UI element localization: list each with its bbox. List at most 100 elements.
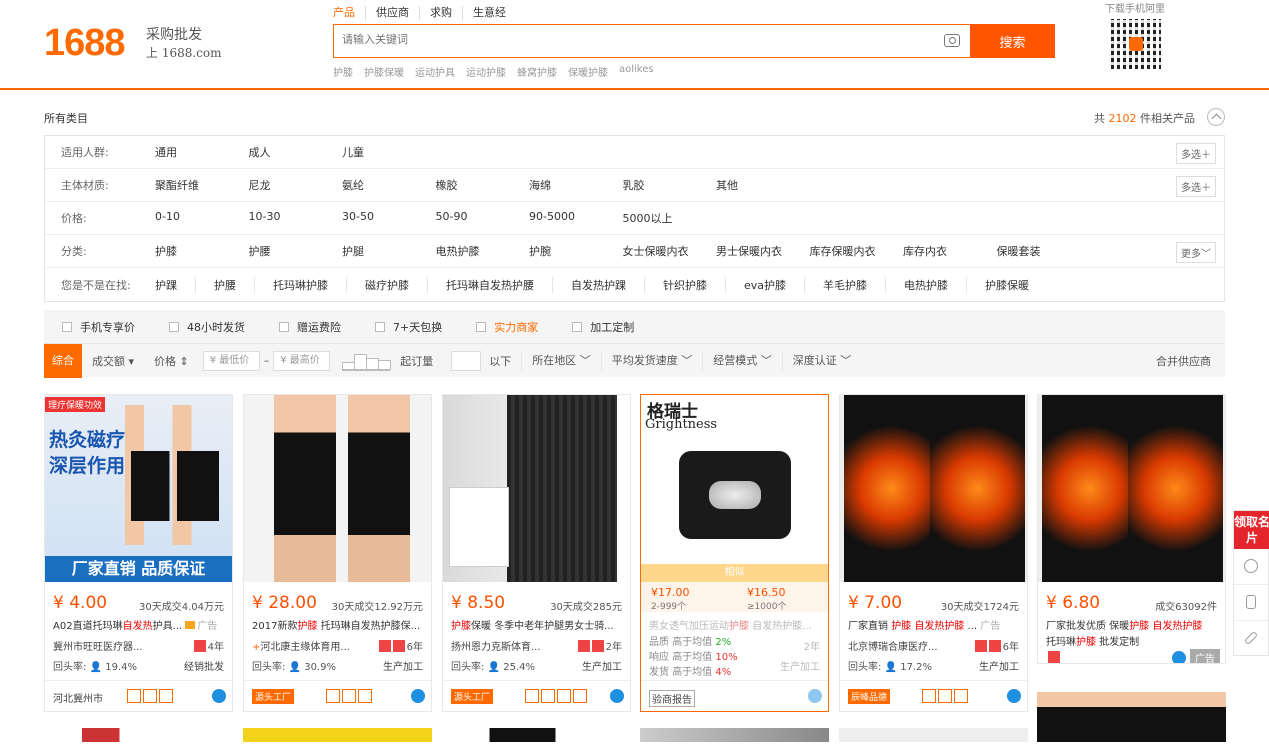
checkbox-icon[interactable]	[572, 321, 583, 332]
suggest-option[interactable]: eva护膝	[744, 276, 806, 293]
checkbox-icon[interactable]	[62, 321, 72, 332]
checkbox-icon[interactable]	[169, 321, 179, 332]
merge-suppliers[interactable]: 合并供应商	[1156, 353, 1211, 369]
shop-name[interactable]: 扬州恩力克斯体育...	[451, 638, 571, 653]
hot-word[interactable]: 蜂窝护膝	[517, 64, 557, 79]
product-title[interactable]: 2017新款护膝 托玛琳自发热护膝保...	[252, 617, 424, 632]
location-dropdown[interactable]: 所在地区 ﹀	[521, 350, 601, 371]
suggest-option[interactable]: 自发热护踝	[571, 276, 645, 293]
product-title[interactable]: 厂家直销 护膝 自发热护膝 ... 广告	[848, 617, 1020, 632]
product-image[interactable]	[443, 395, 630, 582]
product-card[interactable]: ¥ 6.80 成交63092件 厂家批发优质 保暖护膝 自发热护膝 托玛琳护膝 …	[1037, 394, 1226, 664]
product-title[interactable]: 男女透气加压运动护膝 自发热护膝...	[649, 617, 821, 632]
suggest-option[interactable]: 电热护膝	[904, 276, 968, 293]
product-title[interactable]: 护膝保暖 冬季中老年护腿男女士骑...	[451, 617, 623, 632]
biz-mode-dropdown[interactable]: 经营模式 ﹀	[702, 350, 782, 371]
hot-word[interactable]: 保暖护膝	[568, 64, 608, 79]
checkbox-icon[interactable]	[279, 321, 289, 332]
checkbox-7day[interactable]: 7+天包换	[375, 319, 442, 335]
hot-word[interactable]: 运动护膝	[466, 64, 506, 79]
wangwang-chat-icon[interactable]	[610, 689, 624, 703]
product-image[interactable]	[244, 395, 431, 582]
logo[interactable]: 1688 采购批发 上 1688.com	[44, 22, 224, 64]
filter-option[interactable]: 儿童	[342, 144, 436, 160]
checkbox-icon[interactable]	[375, 321, 385, 332]
checkbox-48h[interactable]: 48小时发货	[169, 319, 245, 335]
product-card-partial[interactable]	[640, 728, 829, 742]
multi-select-button[interactable]: 多选＋	[1176, 176, 1216, 197]
filter-option[interactable]: 90-5000	[529, 210, 623, 226]
suggest-option[interactable]: 磁疗护膝	[365, 276, 428, 293]
hot-word[interactable]: aolikes	[619, 64, 654, 79]
collapse-icon[interactable]	[1207, 108, 1225, 126]
wangwang-chat-icon[interactable]	[212, 689, 226, 703]
max-price-input[interactable]: ¥ 最高价	[273, 350, 331, 371]
shop-name[interactable]: 北京博瑞合康医疗...	[848, 638, 968, 653]
filter-option[interactable]: 50-90	[436, 210, 530, 226]
wangwang-chat-icon[interactable]	[1172, 651, 1186, 663]
checkbox-mobile-price[interactable]: 手机专享价	[62, 319, 135, 335]
filter-option[interactable]: 库存内衣	[903, 243, 997, 259]
tab-products[interactable]: 产品	[333, 6, 366, 20]
app-qr[interactable]: 下载手机阿里	[1105, 0, 1165, 69]
checkbox-icon[interactable]	[476, 321, 487, 332]
filter-option[interactable]: 橡胶	[436, 177, 530, 193]
tab-business[interactable]: 生意经	[473, 6, 516, 20]
filter-option[interactable]: 男士保暖内衣	[716, 243, 810, 259]
cert-dropdown[interactable]: 深度认证 ﹀	[781, 350, 862, 371]
shop-name[interactable]: +河北康主缘体育用...	[252, 638, 372, 653]
more-button[interactable]: 更多﹀	[1176, 242, 1216, 263]
checkbox-strong-merchant[interactable]: 实力商家	[476, 319, 538, 335]
suggest-option[interactable]: 护踝	[155, 276, 196, 293]
filter-option[interactable]: 电热护膝	[436, 243, 530, 259]
price-distribution-icon[interactable]	[342, 351, 392, 371]
filter-option[interactable]: 护腕	[529, 243, 623, 259]
product-card-partial[interactable]	[442, 728, 631, 742]
sort-default[interactable]: 综合	[44, 343, 82, 378]
product-card-partial[interactable]	[839, 728, 1028, 742]
product-card[interactable]: 理疗保暖功效 热灸磁疗 深层作用 厂家直销 品质保证 ¥ 4.00 30天成交4.…	[44, 394, 233, 712]
filter-option[interactable]: 其他	[716, 177, 810, 193]
similar-strip[interactable]: 相似	[641, 564, 828, 582]
hot-word[interactable]: 护膝保暖	[364, 64, 404, 79]
suggest-option[interactable]: 护腰	[214, 276, 255, 293]
camera-icon[interactable]	[944, 34, 960, 47]
filter-option[interactable]: 女士保暖内衣	[623, 243, 717, 259]
all-categories[interactable]: 所有类目	[44, 110, 88, 126]
product-title[interactable]: A02直道托玛琳自发热护具... 广告	[53, 617, 225, 632]
tab-buying[interactable]: 求购	[430, 6, 463, 20]
inspection-report[interactable]: 验商报告	[649, 690, 695, 707]
suggest-option[interactable]: 托玛琳自发热护腰	[446, 276, 553, 293]
moq-input[interactable]	[451, 350, 482, 371]
filter-option[interactable]: 通用	[155, 144, 249, 160]
filter-option[interactable]: 聚酯纤维	[155, 177, 249, 193]
tab-suppliers[interactable]: 供应商	[376, 6, 420, 20]
checkbox-custom[interactable]: 加工定制	[572, 319, 634, 335]
hot-word[interactable]: 运动护具	[415, 64, 455, 79]
product-image[interactable]: 理疗保暖功效 热灸磁疗 深层作用 厂家直销 品质保证	[45, 395, 232, 582]
filter-option[interactable]: 护腿	[342, 243, 436, 259]
filter-option[interactable]: 成人	[249, 144, 343, 160]
filter-option[interactable]: 护腰	[249, 243, 343, 259]
product-card-partial[interactable]	[243, 728, 432, 742]
filter-option[interactable]: 乳胶	[623, 177, 717, 193]
product-image[interactable]	[840, 395, 1027, 582]
sort-price[interactable]: 价格 ⇕	[154, 353, 189, 369]
product-image[interactable]	[1038, 395, 1225, 582]
product-card-hovered[interactable]: 格瑞士 Grightness 相似 ¥17.00 2-999个 ¥16.50 ≥…	[640, 394, 829, 712]
filter-option[interactable]: 护膝	[155, 243, 249, 259]
product-card-partial[interactable]	[44, 728, 233, 742]
product-image[interactable]: 格瑞士 Grightness 相似	[641, 395, 828, 582]
filter-option[interactable]: 库存保暖内衣	[810, 243, 904, 259]
get-card-button[interactable]: 领取名片	[1234, 511, 1269, 549]
product-title-line2[interactable]: 托玛琳护膝 批发定制	[1046, 633, 1218, 648]
filter-option[interactable]: 30-50	[342, 210, 436, 226]
filter-option[interactable]: 保暖套装	[997, 243, 1091, 259]
wangwang-chat-icon[interactable]	[411, 689, 425, 703]
min-price-input[interactable]: ¥ 最低价	[202, 350, 260, 371]
multi-select-button[interactable]: 多选＋	[1176, 143, 1216, 164]
search-input[interactable]	[342, 33, 902, 46]
suggest-option[interactable]: 针织护膝	[663, 276, 726, 293]
shop-name[interactable]: 冀州市旺旺医疗器...	[53, 638, 173, 653]
mobile-link[interactable]	[1234, 585, 1268, 621]
